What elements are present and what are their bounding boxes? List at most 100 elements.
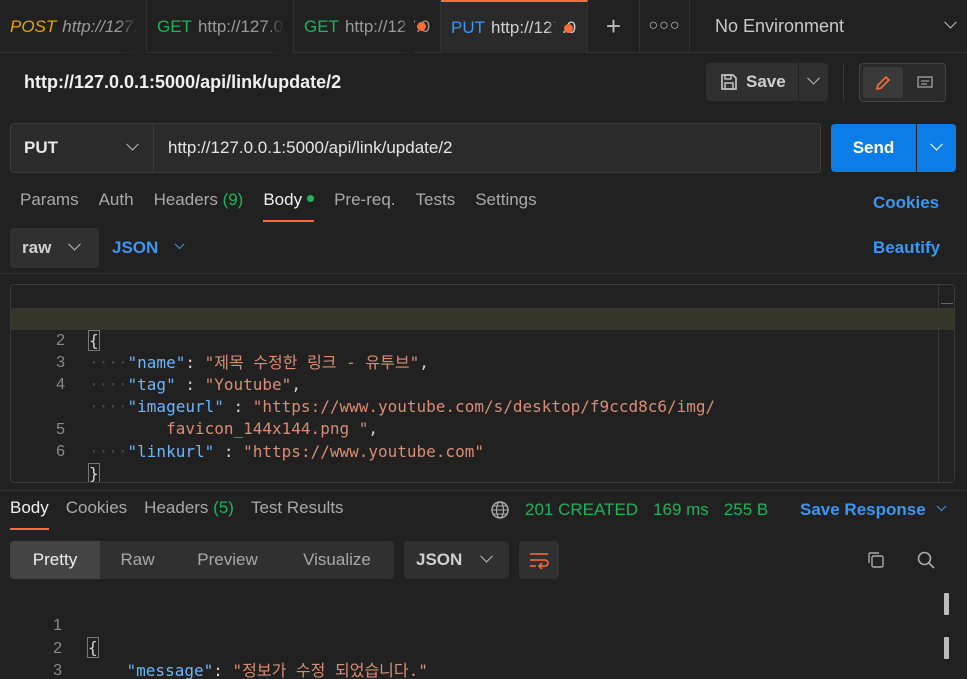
response-body-viewer[interactable]: 1 { 2 "message": "정보가 수정 되었습니다." 3 } bbox=[0, 593, 967, 679]
wrap-icon bbox=[530, 553, 549, 569]
new-tab-plus-icon[interactable]: + bbox=[588, 0, 640, 52]
response-scrollbar-marker[interactable] bbox=[944, 593, 949, 615]
editor-scrollbar[interactable] bbox=[938, 285, 954, 482]
method-select[interactable]: PUT bbox=[10, 123, 154, 173]
chevron-down-icon bbox=[944, 15, 957, 29]
tab-method: POST bbox=[10, 16, 57, 36]
more-tabs-icon[interactable]: ○○○ bbox=[640, 0, 690, 52]
save-button[interactable]: Save bbox=[706, 63, 798, 101]
body-language-value: JSON bbox=[112, 238, 159, 257]
request-tab-put-active[interactable]: PUT http://127.0.0.1:5000/api/link/updat… bbox=[441, 0, 588, 53]
request-tab-get[interactable]: GET http://127.0.0.1:5000/api/link/list bbox=[147, 0, 294, 53]
beautify-link[interactable]: Beautify bbox=[873, 238, 940, 258]
wrap-lines-button[interactable] bbox=[519, 541, 559, 579]
tab-auth[interactable]: Auth bbox=[99, 190, 134, 222]
globe-icon[interactable] bbox=[490, 500, 510, 520]
response-tab-test-results[interactable]: Test Results bbox=[251, 498, 344, 530]
view-preview[interactable]: Preview bbox=[175, 541, 280, 579]
response-language-value: JSON bbox=[416, 550, 463, 569]
response-scrollbar-marker[interactable] bbox=[944, 637, 949, 659]
pencil-icon bbox=[875, 75, 891, 90]
chevron-down-icon bbox=[174, 238, 185, 249]
save-options-button[interactable] bbox=[799, 63, 828, 101]
response-size[interactable]: 255 B bbox=[724, 500, 768, 520]
body-language-select[interactable]: JSON bbox=[112, 238, 185, 258]
body-indicator-dot-icon bbox=[307, 195, 315, 202]
copy-icon[interactable] bbox=[864, 548, 888, 572]
response-headers-count: (5) bbox=[213, 498, 234, 517]
request-tab-get-unsaved[interactable]: GET http://127.0.0.1:5000/api/link/detai… bbox=[294, 0, 441, 53]
chevron-down-icon bbox=[126, 137, 139, 151]
method-value: PUT bbox=[24, 138, 58, 157]
response-language-select[interactable]: JSON bbox=[404, 541, 509, 579]
environment-label: No Environment bbox=[715, 15, 845, 36]
json-value: "정보가 수정 되었습니다." bbox=[232, 661, 428, 679]
json-key: "linkurl" bbox=[127, 442, 215, 461]
tab-settings[interactable]: Settings bbox=[475, 190, 536, 222]
save-icon bbox=[721, 74, 737, 90]
view-raw[interactable]: Raw bbox=[100, 541, 175, 579]
unsaved-dot-icon bbox=[564, 24, 573, 33]
line-number: 3 bbox=[53, 662, 62, 679]
response-view-toggle: Pretty Raw Preview Visualize bbox=[10, 541, 394, 579]
response-headers-label: Headers bbox=[144, 498, 209, 517]
code-line: 3 } bbox=[0, 638, 943, 679]
tab-method: PUT bbox=[451, 17, 485, 37]
tab-body[interactable]: Body bbox=[263, 190, 315, 222]
unsaved-dot-icon bbox=[417, 22, 426, 31]
code-line: 2 "message": "정보가 수정 되었습니다." bbox=[0, 616, 943, 679]
save-response-label: Save Response bbox=[800, 500, 926, 519]
save-label: Save bbox=[746, 72, 786, 91]
chevron-down-icon bbox=[930, 137, 943, 151]
comment-icon bbox=[917, 75, 933, 88]
comments-button[interactable] bbox=[907, 67, 943, 98]
view-pretty[interactable]: Pretty bbox=[10, 541, 100, 579]
request-title-row: http://127.0.0.1:5000/api/link/update/2 … bbox=[0, 53, 967, 115]
body-mode-value: raw bbox=[22, 238, 52, 257]
headers-count: (9) bbox=[222, 190, 244, 209]
edit-mode-button[interactable] bbox=[863, 67, 903, 98]
tab-body-label: Body bbox=[263, 190, 303, 209]
chevron-down-icon bbox=[936, 500, 947, 511]
url-input[interactable] bbox=[154, 123, 821, 173]
code-line: 6 } bbox=[11, 419, 954, 482]
response-time[interactable]: 169 ms bbox=[653, 500, 709, 520]
tab-prereq[interactable]: Pre-req. bbox=[334, 190, 395, 222]
request-body-editor[interactable]: 1 { 2 ····"name": "제목 수정한 링크 - 유투브", 3 ·… bbox=[10, 284, 955, 483]
request-tab-post[interactable]: POST http://127.0.0.1:5000/api/link/crea… bbox=[0, 0, 147, 53]
response-tab-cookies[interactable]: Cookies bbox=[66, 498, 127, 530]
divider bbox=[843, 65, 844, 101]
chevron-down-icon bbox=[68, 237, 81, 251]
search-icon[interactable] bbox=[914, 548, 938, 572]
body-mode-select[interactable]: raw bbox=[10, 228, 99, 268]
tab-method: GET bbox=[157, 16, 192, 36]
send-options-button[interactable] bbox=[917, 124, 956, 172]
json-key: "message" bbox=[126, 661, 214, 679]
divider bbox=[0, 490, 967, 491]
tab-params[interactable]: Params bbox=[20, 190, 79, 222]
request-title[interactable]: http://127.0.0.1:5000/api/link/update/2 bbox=[24, 72, 341, 93]
tab-headers[interactable]: Headers (9) bbox=[154, 190, 244, 222]
send-button[interactable]: Send bbox=[831, 124, 916, 172]
view-mode-toggle bbox=[859, 63, 946, 102]
code-line: favicon_144x144.png ", bbox=[166, 419, 378, 438]
code-line: 3 ····"tag" : "Youtube", bbox=[11, 330, 954, 394]
line-number: 6 bbox=[56, 443, 65, 460]
status-code[interactable]: 201 CREATED bbox=[525, 500, 638, 520]
response-status-area: 201 CREATED 169 ms 255 B bbox=[490, 500, 768, 520]
response-tabs: Body Cookies Headers (5) Test Results bbox=[10, 498, 361, 530]
response-tab-headers[interactable]: Headers (5) bbox=[144, 498, 234, 530]
divider bbox=[0, 273, 967, 274]
response-tab-body[interactable]: Body bbox=[10, 498, 49, 530]
tab-bar: POST http://127.0.0.1:5000/api/link/crea… bbox=[0, 0, 967, 53]
code-line: 1 { bbox=[0, 593, 943, 658]
chevron-down-icon bbox=[480, 549, 493, 563]
code-line: 1 { bbox=[11, 286, 954, 351]
code-line: 5 ····"linkurl" : "https://www.youtube.c… bbox=[11, 397, 954, 461]
view-visualize[interactable]: Visualize bbox=[280, 541, 394, 579]
tab-tests[interactable]: Tests bbox=[416, 190, 456, 222]
code-line: 4 ····"imageurl" : "https://www.youtube.… bbox=[11, 352, 954, 416]
save-response-button[interactable]: Save Response bbox=[800, 500, 947, 520]
environment-selector[interactable]: No Environment bbox=[690, 0, 967, 52]
cookies-link[interactable]: Cookies bbox=[873, 193, 939, 213]
